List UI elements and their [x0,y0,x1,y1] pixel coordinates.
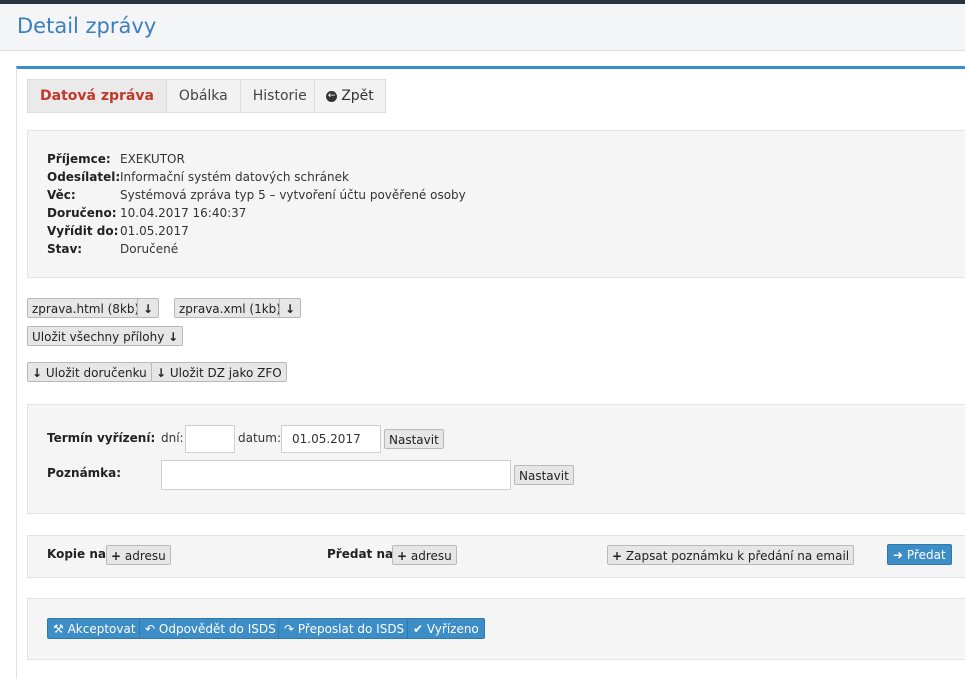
done-label: Vyřízeno [426,622,479,636]
info-row-delivered: Doručeno: 10.04.2017 16:40:37 [47,204,246,222]
forward-button[interactable]: ➜ Předat [887,544,952,565]
days-label: dní: [161,431,184,445]
save-receipt-label: Uložit doručenku [45,366,147,380]
share-icon: ↷ [284,622,295,636]
info-value: 01.05.2017 [120,224,189,238]
save-zfo-label: Uložit DZ jako ZFO [169,366,282,380]
info-row-subject: Věc: Systémová zpráva typ 5 – vytvoření … [47,186,466,204]
save-all-attachments-button[interactable]: Uložit všechny přílohy ↓ [27,326,184,346]
deadline-form-box: Termín vyřízení: dní: datum: 01.05.2017 … [27,404,965,514]
arrow-down-icon: ↓ [32,366,43,380]
back-button-label: Zpět [341,88,374,104]
download-html-button[interactable]: ↓ [137,298,159,318]
deadline-label: Termín vyřízení: [47,431,156,445]
days-input[interactable] [185,425,235,453]
reply-label: Odpovědět do ISDS [158,622,276,636]
info-value: EXEKUTOR [120,152,185,166]
arrow-right-circle-icon: ➜ [893,548,904,562]
info-row-due: Vyřídit do: 01.05.2017 [47,222,189,240]
download-xml-button[interactable]: ↓ [279,298,301,318]
arrow-circle-left-icon: ← [326,90,338,102]
copy-label: Kopie na: [47,547,111,561]
attachment-html-button[interactable]: zprava.html (8kb) [27,298,145,318]
check-icon: ✔ [413,622,424,636]
arrow-down-icon: ↓ [142,302,154,316]
info-row-recipient: Příjemce: EXEKUTOR [47,150,185,168]
back-button[interactable]: ← Zpět [314,79,386,113]
copy-add-label: adresu [124,549,166,563]
accept-label: Akceptovat [67,622,136,636]
tab-datova-zprava[interactable]: Datová zpráva [28,80,167,112]
tab-bar: Datová zpráva Obálka Historie [27,79,320,113]
page-title: Detail zprávy [17,14,157,38]
info-label: Stav: [47,242,83,256]
forward-add-address-button[interactable]: + adresu [392,545,457,565]
info-label: Vyřídit do: [47,224,119,238]
info-row-status: Stav: Doručené [47,240,178,258]
note-email-button[interactable]: + Zapsat poznámku k předání na email [607,545,855,565]
actions-box: ⚒ Akceptovat ↶ Odpovědět do ISDS ↷ Přepo… [27,598,965,660]
resend-button[interactable]: ↷ Přeposlat do ISDS [278,618,411,639]
info-value: Doručené [120,242,179,256]
message-info-box: Příjemce: EXEKUTOR Odesílatel: Informačn… [27,130,965,278]
gavel-icon: ⚒ [53,622,64,636]
date-input[interactable]: 01.05.2017 [281,425,381,453]
note-input[interactable] [161,460,511,490]
info-label: Odesílatel: [47,170,121,184]
resend-label: Přeposlat do ISDS [297,622,405,636]
attachment-xml-button[interactable]: zprava.xml (1kb) [174,298,286,318]
reply-icon: ↶ [145,622,156,636]
copy-add-address-button[interactable]: + adresu [106,545,171,565]
forward-label: Předat na: [327,547,398,561]
arrow-down-icon: ↓ [284,302,296,316]
arrow-down-icon: ↓ [156,366,167,380]
info-label: Příjemce: [47,152,111,166]
info-value: Systémová zpráva typ 5 – vytvoření účtu … [120,188,466,202]
note-label: Poznámka: [47,466,122,480]
date-label: datum: [238,431,282,445]
reply-button[interactable]: ↶ Odpovědět do ISDS [139,618,282,639]
info-label: Doručeno: [47,206,117,220]
tab-obalka[interactable]: Obálka [167,80,241,112]
info-value: Informační systém datových schránek [120,170,349,184]
set-note-button[interactable]: Nastavit [514,465,574,485]
page-header: Detail zprávy [0,4,965,51]
note-email-label: Zapsat poznámku k předání na email [625,549,850,563]
plus-icon: + [111,549,122,563]
done-button[interactable]: ✔ Vyřízeno [407,618,485,639]
tab-historie[interactable]: Historie [241,80,319,112]
accept-button[interactable]: ⚒ Akceptovat [47,618,142,639]
info-row-sender: Odesílatel: Informační systém datových s… [47,168,349,186]
forwarding-box: Kopie na: + adresu Předat na: + adresu +… [27,535,965,578]
arrow-down-icon: ↓ [168,330,179,344]
save-zfo-button[interactable]: ↓ Uložit DZ jako ZFO [151,362,287,382]
plus-icon: + [612,549,623,563]
info-label: Věc: [47,188,76,202]
save-receipt-button[interactable]: ↓ Uložit doručenku [27,362,152,382]
info-value: 10.04.2017 16:40:37 [120,206,247,220]
set-deadline-button[interactable]: Nastavit [384,429,444,449]
forward-button-label: Předat [906,548,946,562]
plus-icon: + [397,549,408,563]
save-all-label: Uložit všechny přílohy [32,330,165,344]
forward-add-label: adresu [410,549,452,563]
